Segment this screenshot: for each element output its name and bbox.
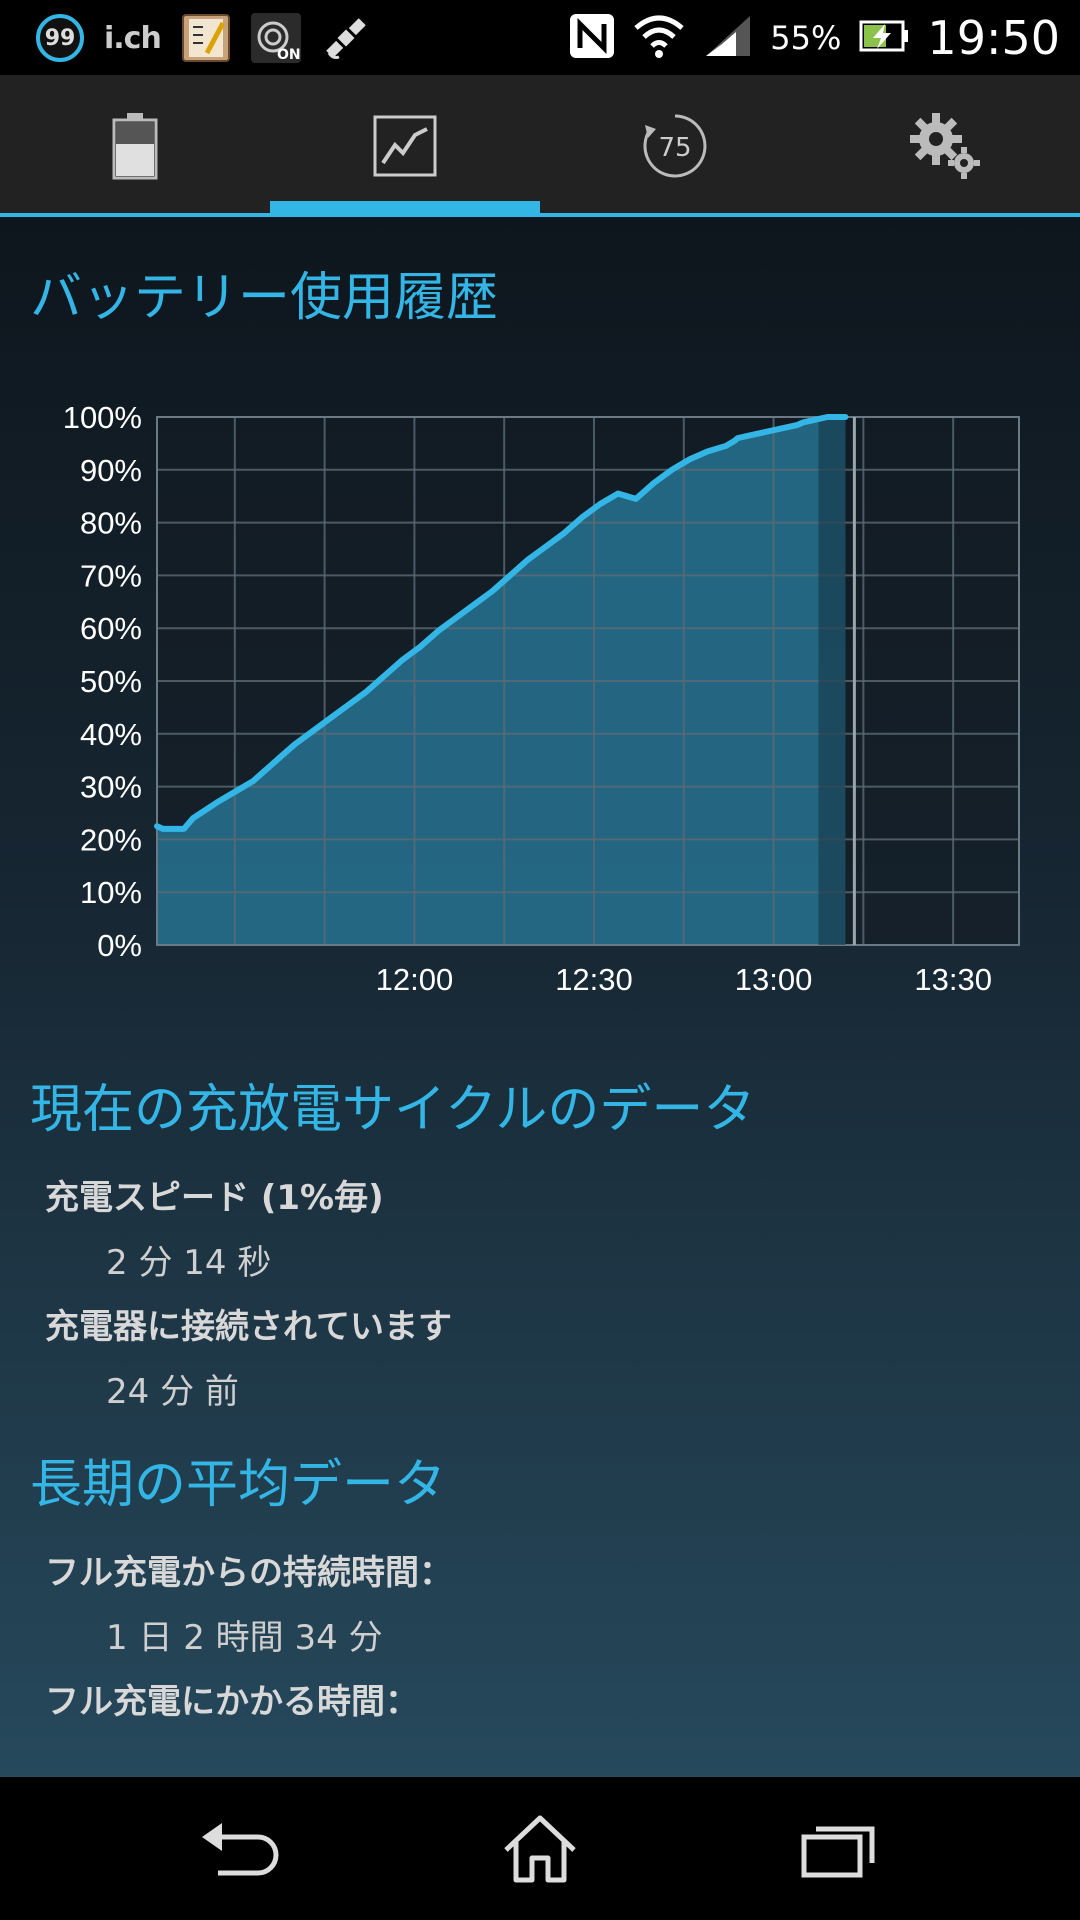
status-bar: 99 i.ch ON 55% 19:50: [0, 0, 1080, 75]
chart-icon: [373, 115, 437, 177]
y-tick-label: 20%: [80, 822, 142, 857]
charger-connected-value: 24 分 前: [106, 1372, 239, 1412]
long-term-title: 長期の平均データ: [30, 1455, 447, 1515]
ich-icon: i.ch: [104, 20, 162, 56]
tab-gauge[interactable]: 75: [540, 75, 810, 217]
battery-percent: 55%: [770, 18, 842, 57]
battery-icon: [112, 113, 158, 180]
y-tick-label: 40%: [80, 717, 142, 752]
x-tick-label: 12:30: [555, 962, 633, 997]
gauge-75-icon: 75: [643, 114, 707, 178]
tab-battery[interactable]: [0, 75, 270, 217]
tab-bar: 75: [0, 75, 1080, 217]
tab-settings[interactable]: [810, 75, 1080, 217]
battery-charging-icon: [859, 18, 909, 58]
settings-gears-icon: [910, 113, 980, 179]
screen: 99 i.ch ON 55% 19:50 75 バッテリー使用履歴 100% 9…: [0, 0, 1080, 1920]
full-charge-duration-value: 1 日 2 時間 34 分: [106, 1618, 383, 1658]
y-tick-label: 0%: [97, 928, 142, 963]
full-charge-duration-label: フル充電からの持続時間：: [45, 1553, 453, 1593]
satellite-icon: [321, 13, 371, 63]
counter-99-label: 99: [44, 25, 76, 51]
gauge-75-label: 75: [658, 133, 691, 163]
counter-99-icon: 99: [36, 14, 84, 62]
recent-region: [818, 417, 846, 945]
cell-signal-icon: [702, 14, 752, 62]
y-tick-label: 90%: [80, 453, 142, 488]
recent-apps-button[interactable]: [750, 1777, 930, 1920]
y-tick-label: 30%: [80, 770, 142, 805]
nfc-icon: [568, 12, 616, 64]
x-tick-label: 13:00: [735, 962, 813, 997]
charge-speed-label: 充電スピード (1%毎): [45, 1178, 384, 1218]
status-bar-notifications: 99 i.ch ON: [36, 10, 371, 66]
navigation-bar: [0, 1777, 1080, 1920]
x-tick-label: 13:30: [914, 962, 992, 997]
tab-history-chart[interactable]: [270, 75, 540, 217]
wifi-signal-icon: [634, 14, 684, 62]
y-tick-label: 50%: [80, 664, 142, 699]
x-tick-label: 12:00: [376, 962, 454, 997]
charger-connected-label: 充電器に接続されています: [45, 1307, 452, 1347]
home-icon: [504, 1815, 576, 1882]
current-cycle-title: 現在の充放電サイクルのデータ: [30, 1080, 756, 1140]
full-charge-time-label: フル充電にかかる時間：: [45, 1682, 419, 1722]
battery-history-chart-svg: 100% 90% 80% 70% 60% 50% 40% 30% 20% 10% 0% 12:00 12…: [63, 400, 1020, 997]
battery-history-chart: 100% 90% 80% 70% 60% 50% 40% 30% 20% 10% 0% 12:00 12…: [0, 367, 1080, 1027]
status-bar-system: 55% 19:50: [568, 0, 1060, 75]
y-tick-label: 80%: [80, 506, 142, 541]
tab-selected-indicator: [270, 201, 540, 217]
home-button[interactable]: [450, 1777, 630, 1920]
y-tick-label: 100%: [63, 400, 142, 435]
svg-text:ON: ON: [277, 47, 301, 63]
y-tick-label: 10%: [80, 875, 142, 910]
clock: 19:50: [927, 10, 1060, 65]
charge-speed-value: 2 分 14 秒: [106, 1243, 272, 1283]
y-tick-label: 70%: [80, 558, 142, 593]
back-button[interactable]: [150, 1777, 330, 1920]
wifi-on-icon: ON: [250, 13, 301, 63]
back-icon: [202, 1822, 279, 1875]
notepad-app-icon: [181, 13, 231, 63]
recent-apps-icon: [801, 1826, 875, 1877]
y-tick-label: 60%: [80, 611, 142, 646]
history-title: バッテリー使用履歴: [30, 268, 499, 328]
content-scroll[interactable]: バッテリー使用履歴 100% 90% 80% 70% 60% 50% 40% 30% 20% 10…: [0, 217, 1080, 1777]
